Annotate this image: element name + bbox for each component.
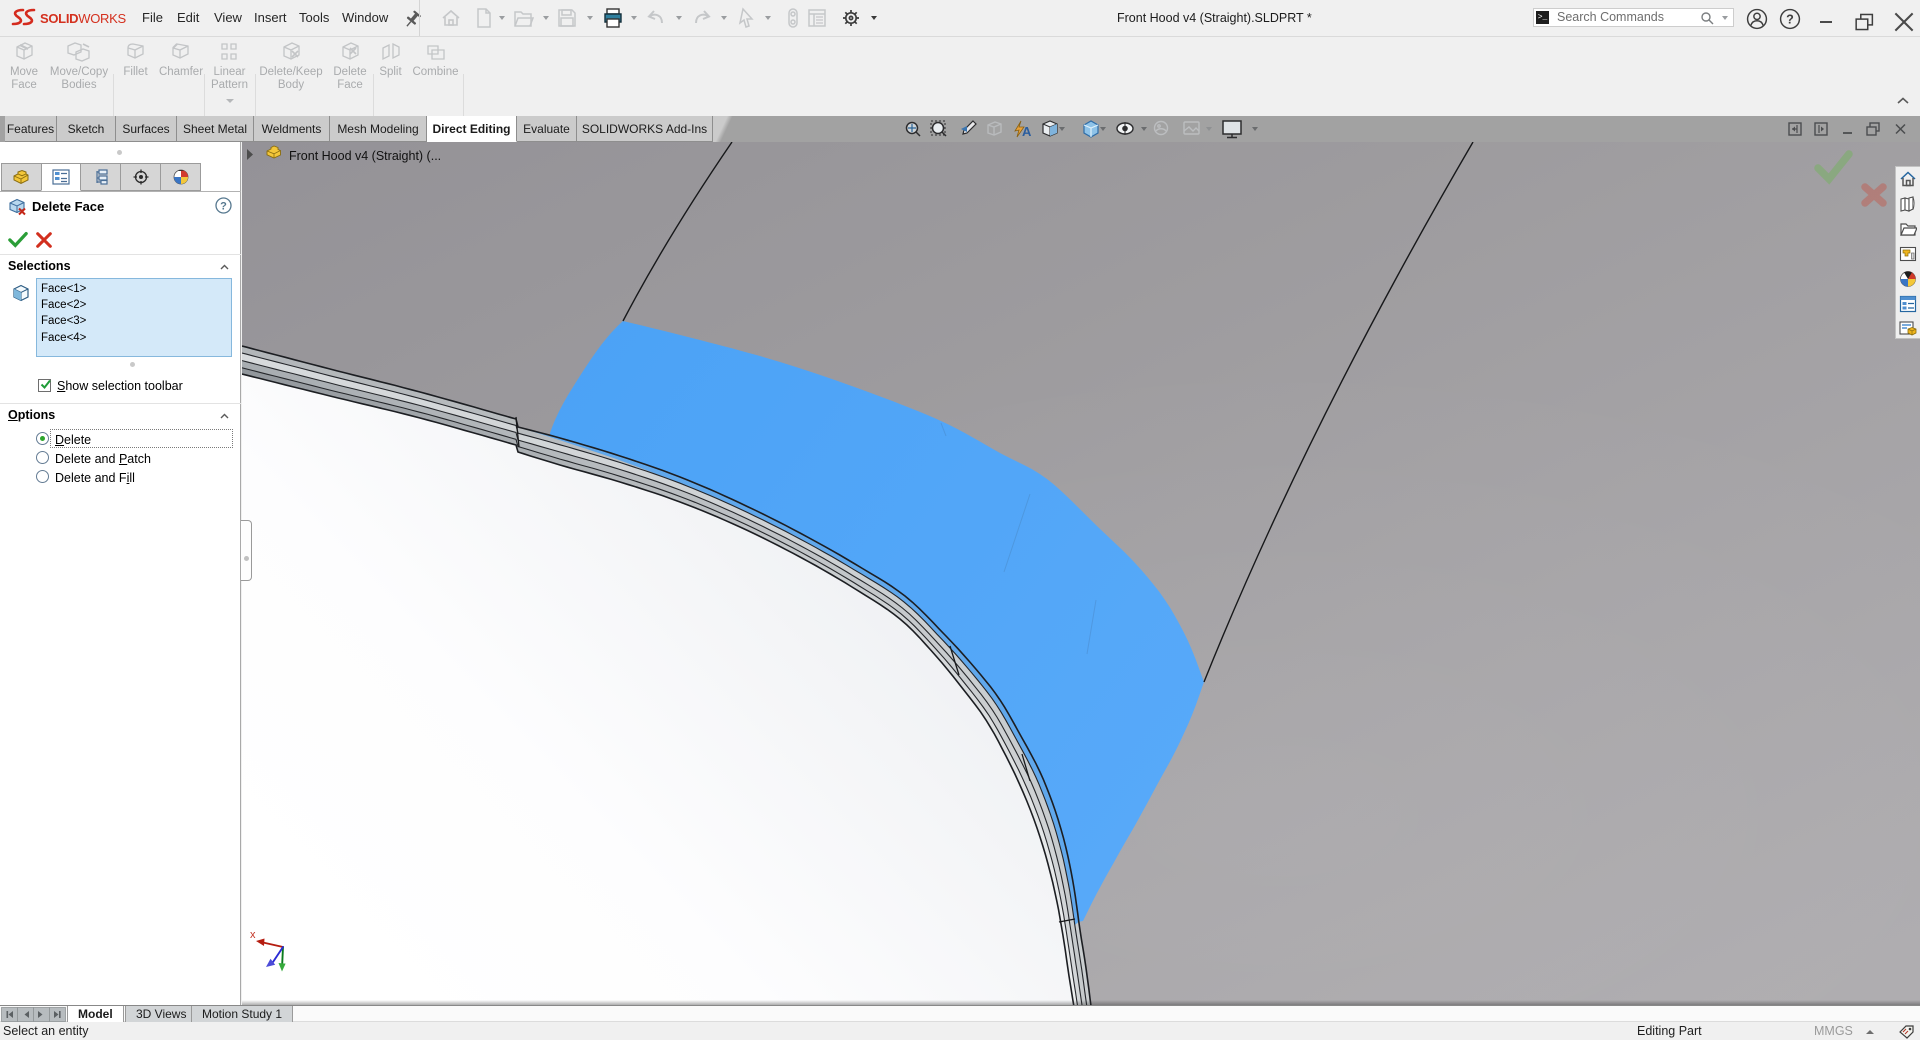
svg-text:?: ?	[220, 201, 227, 213]
svg-text:x: x	[250, 929, 256, 941]
svg-text:A: A	[1022, 124, 1032, 139]
svg-text:?: ?	[1786, 13, 1794, 27]
svg-text:SOLIDWORKS: SOLIDWORKS	[40, 11, 126, 26]
svg-text:Front Hood v4 (Straight) (...: Front Hood v4 (Straight) (...	[289, 149, 441, 163]
